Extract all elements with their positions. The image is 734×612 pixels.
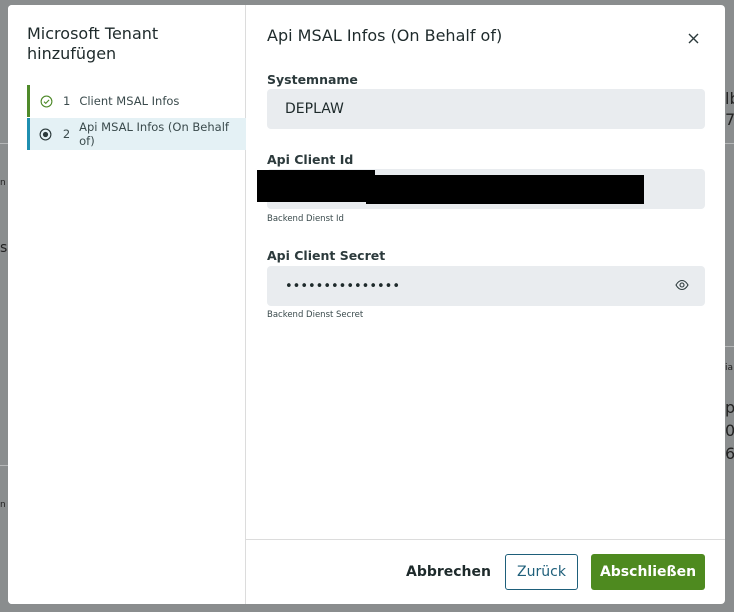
background-text: s: [0, 240, 8, 256]
add-tenant-dialog: Microsoft Tenant hinzufügen 1 Client MSA…: [8, 5, 725, 604]
eye-icon[interactable]: [675, 279, 691, 293]
background-text: n: [0, 500, 6, 510]
step-number: 2: [62, 127, 71, 141]
page-title: Api MSAL Infos (On Behalf of): [267, 26, 503, 45]
back-button[interactable]: Zurück: [505, 554, 578, 590]
step-label: Client MSAL Infos: [79, 94, 180, 108]
background-text: ia: [725, 363, 734, 373]
systemname-label: Systemname: [267, 72, 358, 87]
stepper-title: Microsoft Tenant hinzufügen: [27, 24, 159, 63]
background-divider: [725, 143, 734, 144]
step-label: Api MSAL Infos (On Behalf of): [79, 120, 229, 148]
background-divider: [0, 143, 8, 144]
wizard-stepper: Microsoft Tenant hinzufügen 1 Client MSA…: [8, 5, 246, 604]
close-button[interactable]: [684, 29, 702, 47]
api-client-secret-field[interactable]: •••••••••••••••: [267, 266, 705, 306]
background-text: p: [725, 398, 734, 417]
redaction-block: [366, 175, 644, 204]
api-client-secret-label: Api Client Secret: [267, 248, 386, 263]
radio-dot-icon: [39, 127, 53, 141]
close-icon: [688, 33, 698, 43]
api-client-secret-value: •••••••••••••••: [285, 278, 401, 294]
background-text: 7: [725, 110, 734, 129]
background-text: lb: [725, 89, 734, 108]
background-divider: [725, 346, 734, 347]
api-client-id-helper: Backend Dienst Id: [267, 214, 344, 224]
step-content: Api MSAL Infos (On Behalf of) Systemname…: [246, 5, 725, 604]
background-text: 0: [725, 421, 734, 440]
step-api-msal-infos[interactable]: 2 Api MSAL Infos (On Behalf of): [27, 118, 246, 150]
redaction-block: [257, 170, 375, 202]
cancel-button[interactable]: Abbrechen: [401, 554, 496, 590]
background-text: 6: [725, 444, 734, 463]
dialog-footer: Abbrechen Zurück Abschließen: [246, 539, 725, 604]
step-number: 1: [63, 94, 71, 108]
check-circle-icon: [39, 94, 53, 108]
systemname-field[interactable]: [267, 89, 705, 129]
step-list: 1 Client MSAL Infos 2 Api MSAL Infos (On…: [27, 85, 246, 151]
background-text: n: [0, 178, 6, 188]
systemname-input[interactable]: [285, 101, 705, 117]
api-client-secret-helper: Backend Dienst Secret: [267, 310, 364, 320]
api-client-id-label: Api Client Id: [267, 152, 354, 167]
finish-button[interactable]: Abschließen: [591, 554, 705, 590]
background-divider: [0, 465, 8, 466]
step-client-msal-infos[interactable]: 1 Client MSAL Infos: [27, 85, 246, 117]
